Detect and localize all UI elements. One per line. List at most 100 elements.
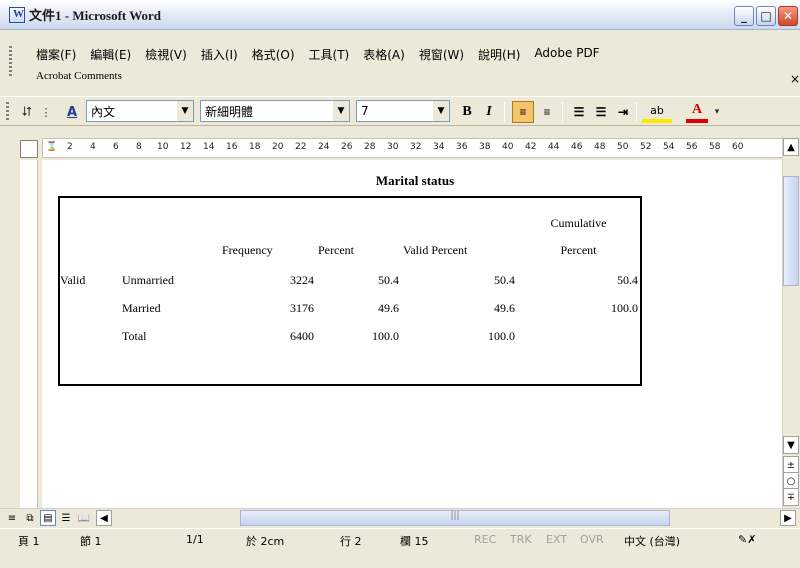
menubar-grip[interactable] xyxy=(9,46,12,76)
ruler-number: 48 xyxy=(594,142,606,152)
cell-percent: 49.6 xyxy=(378,300,399,315)
vertical-ruler[interactable] xyxy=(20,160,38,508)
cell-valid-percent: 100.0 xyxy=(488,328,515,343)
normal-view-icon[interactable]: ≡ xyxy=(4,510,20,526)
ruler-number: 22 xyxy=(295,142,307,152)
ruler-number: 2 xyxy=(67,142,73,152)
print-view-icon[interactable]: ▤ xyxy=(40,510,56,526)
chevron-down-icon[interactable]: ▾ xyxy=(710,103,724,121)
menu-adobe-pdf[interactable]: Adobe PDF xyxy=(534,46,599,63)
ruler-number: 34 xyxy=(433,142,445,152)
ruler-number: 24 xyxy=(318,142,330,152)
menu-insert[interactable]: 插入(I) xyxy=(201,46,238,63)
status-trk[interactable]: TRK xyxy=(510,533,532,546)
font-size-combo[interactable]: 7 ▼ xyxy=(356,100,450,122)
styles-pane-icon[interactable]: ⋮ xyxy=(38,103,54,121)
maximize-button[interactable]: □ xyxy=(756,6,776,26)
close-button[interactable]: ✕ xyxy=(778,6,798,26)
ruler-number: 38 xyxy=(479,142,491,152)
scroll-right-icon[interactable]: ▶ xyxy=(780,510,796,526)
cell-frequency: 6400 xyxy=(290,328,314,343)
bold-button[interactable]: B xyxy=(456,101,478,123)
chevron-down-icon[interactable]: ▼ xyxy=(177,101,193,121)
row-label: Total xyxy=(122,328,147,343)
font-value: 新細明體 xyxy=(205,104,254,119)
ruler-number: 44 xyxy=(548,142,560,152)
menu-table[interactable]: 表格(A) xyxy=(363,46,405,63)
ruler-number: 52 xyxy=(640,142,652,152)
toolbar-grip[interactable] xyxy=(6,102,9,122)
menu-file[interactable]: 檔案(F) xyxy=(36,46,76,63)
ruler-number: 54 xyxy=(663,142,675,152)
indent-marker-icon[interactable]: ⌛ xyxy=(46,142,57,152)
scroll-left-icon[interactable]: ◀ xyxy=(96,510,112,526)
menu-window[interactable]: 視窗(W) xyxy=(419,46,464,63)
toolbar-separator xyxy=(504,102,505,122)
menu-format[interactable]: 格式(O) xyxy=(252,46,295,63)
italic-button[interactable]: I xyxy=(478,101,500,123)
row-label: Married xyxy=(122,300,161,315)
spelling-check-icon[interactable]: ✎✗ xyxy=(738,533,756,546)
header-valid-percent: Valid Percent xyxy=(403,243,468,257)
ruler-number: 60 xyxy=(732,142,744,152)
header-percent: Percent xyxy=(318,243,354,257)
chevron-down-icon[interactable]: ▼ xyxy=(433,101,449,121)
status-ovr[interactable]: OVR xyxy=(580,533,604,546)
menu-close-icon[interactable]: × xyxy=(790,72,800,86)
vertical-scroll-thumb[interactable] xyxy=(783,176,799,286)
font-combo[interactable]: 新細明體 ▼ xyxy=(200,100,350,122)
reading-view-icon[interactable]: 📖 xyxy=(76,510,92,526)
bullets-icon[interactable]: ☰ xyxy=(590,101,612,123)
ruler-number: 26 xyxy=(341,142,353,152)
font-color-button[interactable]: A xyxy=(686,101,708,123)
status-bar: 頁 1 節 1 1/1 於 2cm 行 2 欄 15 REC TRK EXT O… xyxy=(0,528,800,568)
cell-percent: 50.4 xyxy=(378,272,399,287)
next-page-icon[interactable]: ∓ xyxy=(783,488,799,506)
style-combo[interactable]: 內文 ▼ xyxy=(86,100,194,122)
ruler-number: 4 xyxy=(90,142,96,152)
ruler-number: 20 xyxy=(272,142,284,152)
scroll-up-icon[interactable]: ▲ xyxy=(783,138,799,156)
status-rec[interactable]: REC xyxy=(474,533,496,546)
scroll-down-icon[interactable]: ▼ xyxy=(783,436,799,454)
menu-view[interactable]: 檢視(V) xyxy=(145,46,187,63)
ruler-number: 8 xyxy=(136,142,142,152)
header-cumulative-percent: Cumulative Percent xyxy=(517,196,640,266)
table-header-row: Frequency Percent Valid Percent Cumulati… xyxy=(58,196,640,266)
highlight-button[interactable]: ab xyxy=(642,101,672,123)
menu-acrobat-comments[interactable]: Acrobat Comments xyxy=(36,70,122,82)
status-ext[interactable]: EXT xyxy=(546,533,567,546)
minimize-button[interactable]: _ xyxy=(734,6,754,26)
menu-help[interactable]: 說明(H) xyxy=(478,46,520,63)
horizontal-scroll-thumb[interactable]: ||| xyxy=(240,510,670,526)
styles-formatting-icon[interactable]: A xyxy=(62,103,82,121)
cell-valid-percent: 50.4 xyxy=(494,272,515,287)
web-view-icon[interactable]: ⧉ xyxy=(22,510,38,526)
menu-tools[interactable]: 工具(T) xyxy=(309,46,350,63)
ruler-number: 58 xyxy=(709,142,721,152)
ruler-numbers: ⌛ 2 4 6 8 10 12 14 16 18 20 22 24 26 28 … xyxy=(43,139,789,157)
style-value: 內文 xyxy=(91,104,116,119)
word-app-icon[interactable] xyxy=(9,6,25,23)
indent-icon[interactable]: ⇥ xyxy=(612,101,634,123)
vertical-scrollbar[interactable]: ▲ ▼ ± ○ ∓ xyxy=(782,136,800,508)
numbering-icon[interactable]: ☰ xyxy=(568,101,590,123)
toolbar-options-icon[interactable]: ⮃ xyxy=(18,103,36,121)
ruler-number: 50 xyxy=(617,142,629,152)
align-center-button[interactable]: ≡ xyxy=(536,101,558,123)
align-left-button[interactable]: ≡ xyxy=(512,101,534,123)
cell-cumulative-percent xyxy=(517,322,640,350)
header-cumulative-line-1: Cumulative xyxy=(550,216,607,230)
ruler-number: 10 xyxy=(157,142,169,152)
outline-view-icon[interactable]: ☰ xyxy=(58,510,74,526)
ruler-number: 30 xyxy=(387,142,399,152)
menu-edit[interactable]: 編輯(E) xyxy=(90,46,131,63)
table-row: Married 3176 49.6 49.6 100.0 xyxy=(58,294,640,322)
cell-frequency: 3176 xyxy=(290,300,314,315)
horizontal-ruler[interactable]: ⌛ 2 4 6 8 10 12 14 16 18 20 22 24 26 28 … xyxy=(42,138,790,158)
chevron-down-icon[interactable]: ▼ xyxy=(333,101,349,121)
tab-selector[interactable] xyxy=(20,140,38,158)
status-line: 行 2 xyxy=(340,535,362,548)
ruler-number: 40 xyxy=(502,142,514,152)
row-group-label: Valid xyxy=(60,272,86,287)
